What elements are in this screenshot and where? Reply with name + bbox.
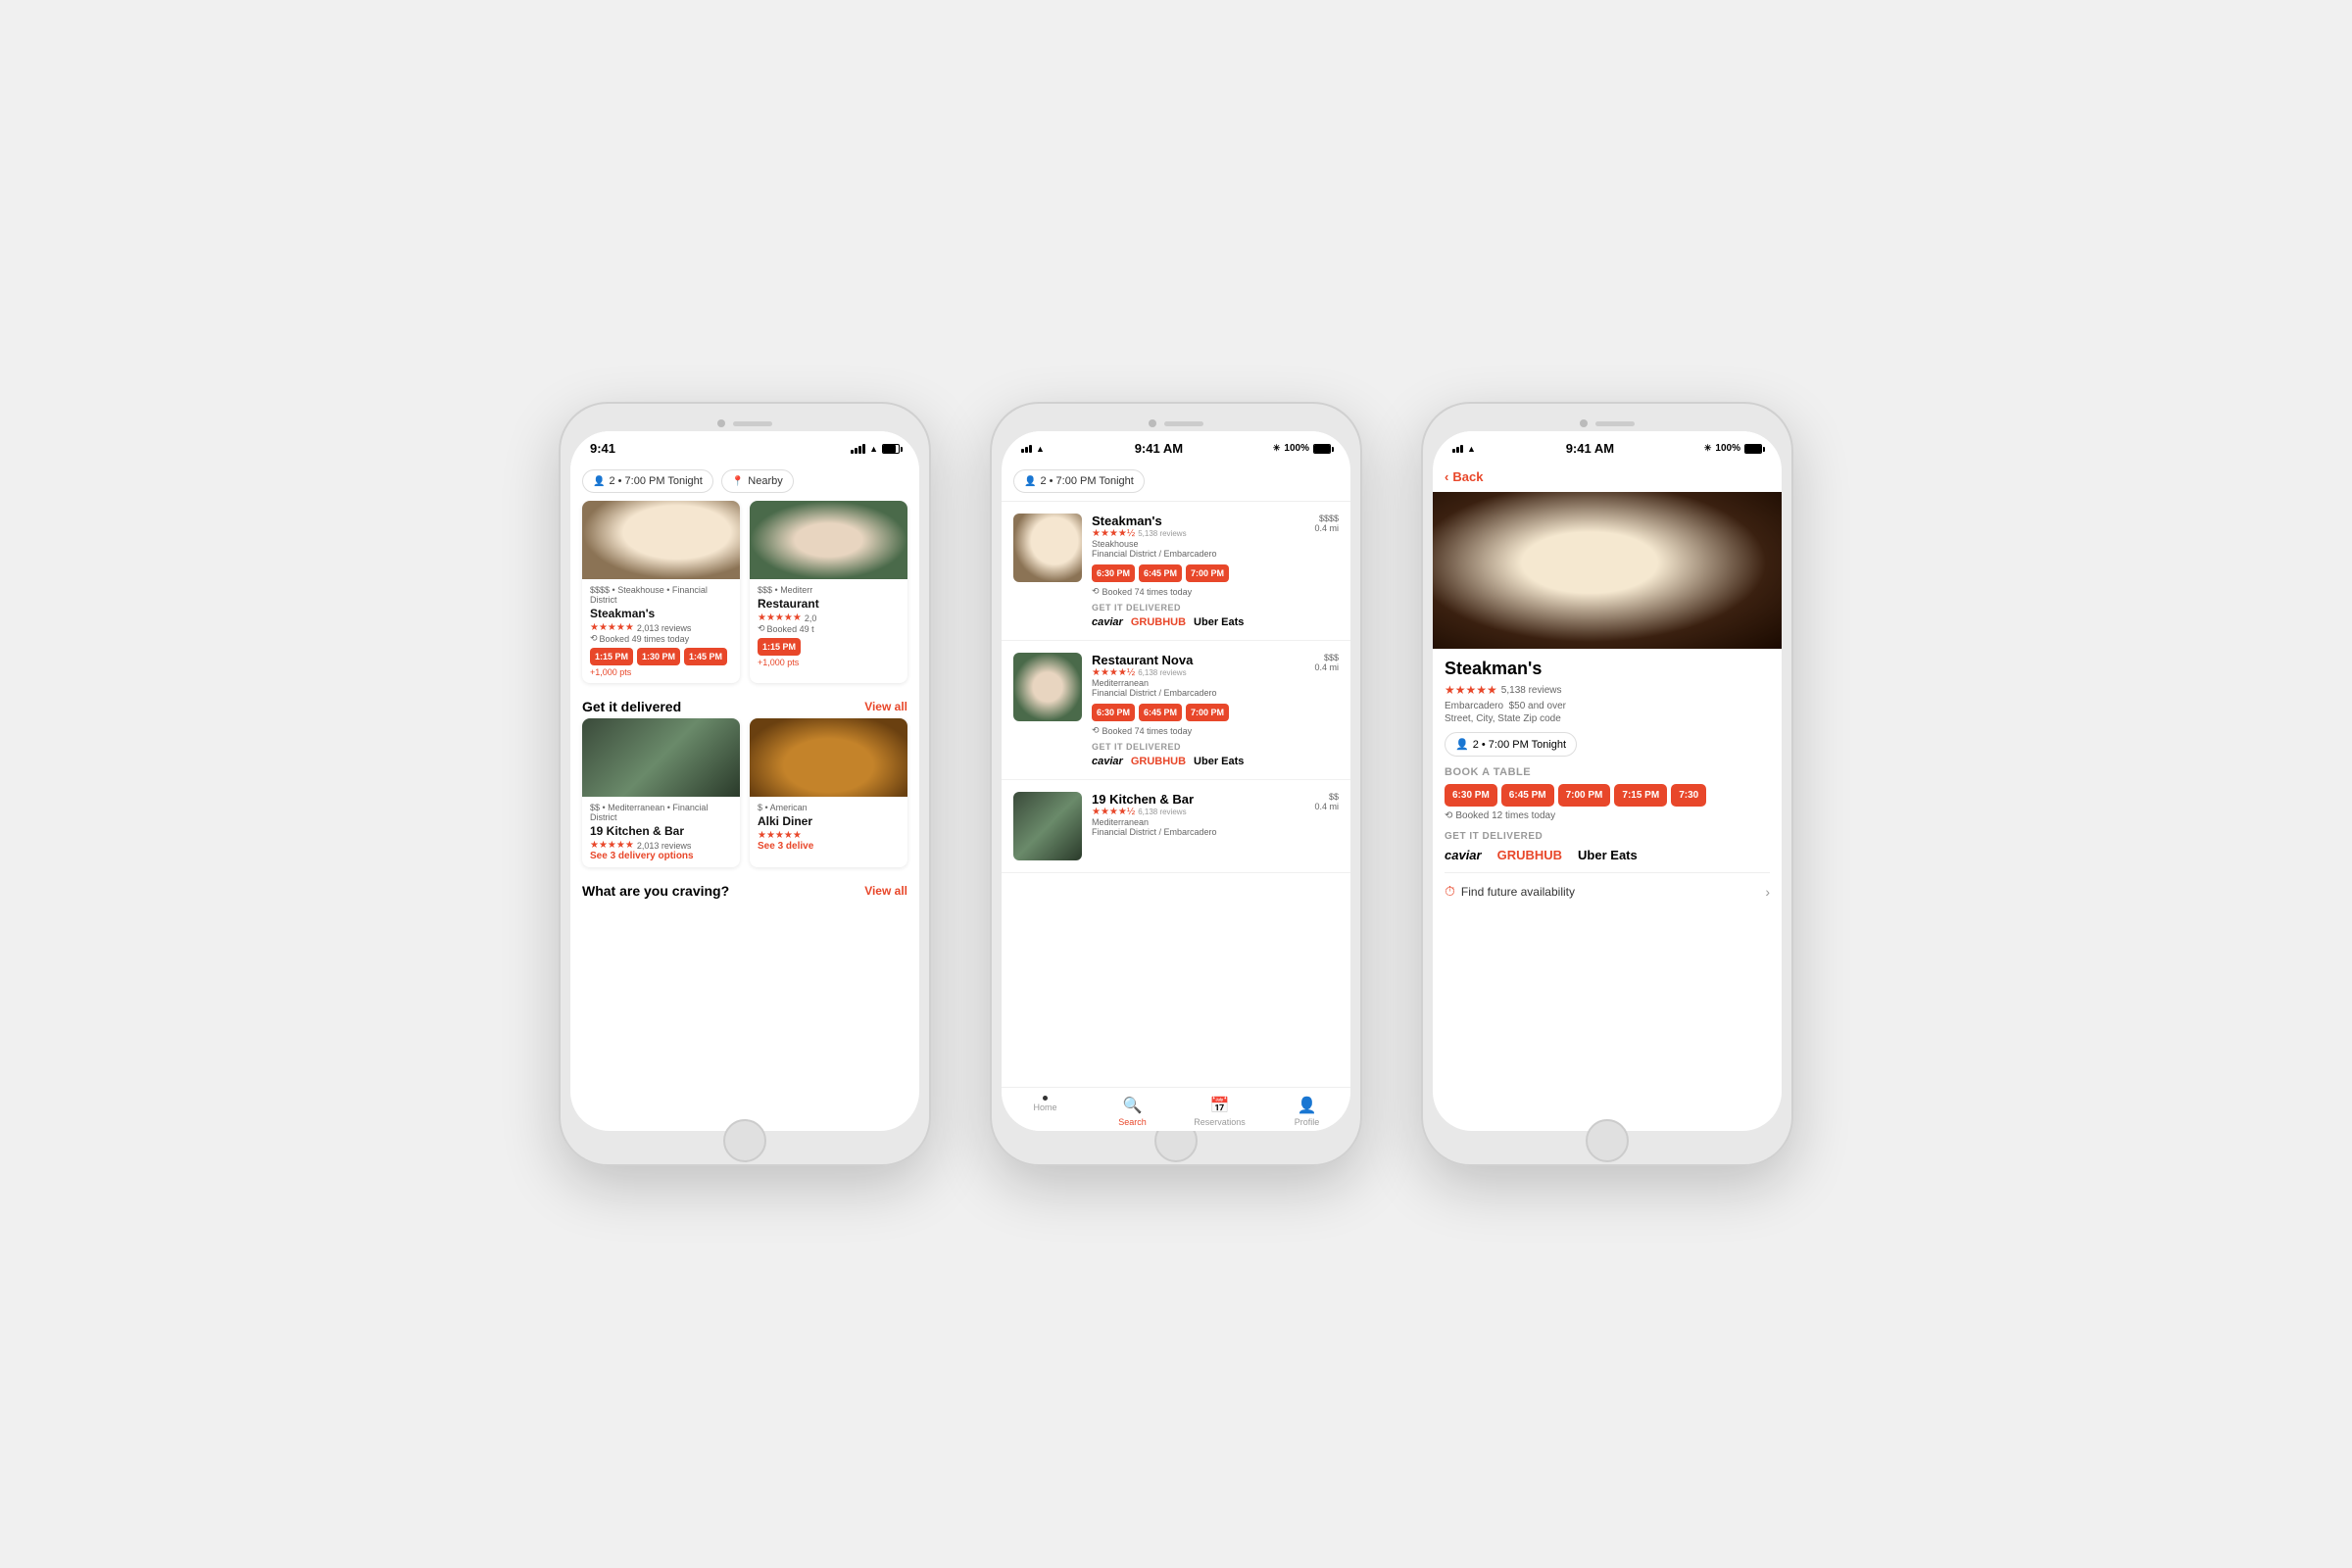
signal-icon-3 — [1452, 445, 1463, 453]
wifi-icon-2: ▲ — [1036, 444, 1045, 454]
card-name-2: Restaurant — [758, 597, 900, 611]
grubhub-logo: GRUBHUB — [1497, 848, 1562, 862]
search-icon: 🔍 — [1123, 1096, 1143, 1115]
party-icon: 👤 — [1455, 738, 1469, 751]
status-bar-2: ▲ 9:41 AM ✳ 100% — [1002, 431, 1350, 462]
row-name-1: Steakman's — [1092, 514, 1217, 528]
clock-icon: ⏱ — [1445, 883, 1455, 900]
row-name-3: 19 Kitchen & Bar — [1092, 792, 1217, 807]
delivery-card-2[interactable]: $ • American Alki Diner ★★★★★ See 3 deli… — [750, 718, 907, 867]
delivery-services-2: caviar GRUBHUB Uber Eats — [1092, 756, 1339, 767]
restaurant-row-2[interactable]: Restaurant Nova ★★★★½ 6,138 reviews Medi… — [1002, 641, 1350, 780]
caviar-logo: caviar — [1445, 848, 1482, 862]
location-filter[interactable]: 📍 Nearby — [721, 469, 794, 493]
time-slots-1: 1:15 PM 1:30 PM 1:45 PM — [590, 648, 732, 665]
restaurant-detail: Steakman's ★★★★★ 5,138 reviews Embarcade… — [1433, 649, 1782, 1131]
restaurant-name: Steakman's — [1445, 659, 1770, 679]
book-table-label: BOOK A TABLE — [1445, 766, 1770, 778]
p2-filter-bar: 👤 2 • 7:00 PM Tonight — [1002, 462, 1350, 502]
battery-pct-3: 100% — [1715, 443, 1740, 454]
speaker — [733, 421, 772, 426]
back-button[interactable]: ‹ Back — [1433, 462, 1782, 492]
filter-bar: 👤 2 • 7:00 PM Tonight 📍 Nearby — [570, 462, 919, 501]
wifi-icon-3: ▲ — [1467, 444, 1476, 454]
front-camera — [717, 419, 725, 427]
craving-header: What are you craving? View all — [570, 875, 919, 903]
phone-1: 9:41 ▲ 👤 2 • 7 — [559, 402, 931, 1166]
front-camera-3 — [1580, 419, 1588, 427]
scene: 9:41 ▲ 👤 2 • 7 — [0, 0, 2352, 1568]
party-filter[interactable]: 👤 2 • 7:00 PM Tonight — [582, 469, 713, 493]
time-3: 9:41 AM — [1566, 441, 1614, 456]
nav-home[interactable]: Home — [1002, 1096, 1089, 1127]
front-camera-2 — [1149, 419, 1156, 427]
delivery-services-3: caviar GRUBHUB Uber Eats — [1445, 848, 1770, 862]
time-2: 9:41 AM — [1135, 441, 1183, 456]
bottom-nav: Home 🔍 Search 📅 Reservations 👤 Profile — [1002, 1087, 1350, 1131]
row-slots-2: 6:30 PM 6:45 PM 7:00 PM — [1092, 704, 1339, 721]
chevron-right-icon: › — [1765, 884, 1770, 900]
restaurant-hero-image — [1433, 492, 1782, 649]
delivery-cards: $$ • Mediterranean • Financial District … — [570, 718, 919, 875]
time-slots-2: 1:15 PM — [758, 638, 900, 656]
party-selector[interactable]: 👤 2 • 7:00 PM Tonight — [1445, 732, 1577, 757]
home-icon — [1043, 1096, 1048, 1101]
bt-icon: ✳ — [1273, 443, 1281, 454]
status-bar-3: ▲ 9:41 AM ✳ 100% — [1433, 431, 1782, 462]
nav-reservations[interactable]: 📅 Reservations — [1176, 1096, 1263, 1127]
nav-profile[interactable]: 👤 Profile — [1263, 1096, 1350, 1127]
battery-icon — [882, 444, 900, 454]
signal-icon-2 — [1021, 445, 1032, 453]
featured-card-2[interactable]: $$$ • Mediterr Restaurant ★★★★★ 2,0 ⟲Boo… — [750, 501, 907, 683]
back-chevron-icon: ‹ — [1445, 469, 1448, 484]
home-bar-3 — [1433, 1131, 1782, 1154]
ubereats-logo: Uber Eats — [1578, 848, 1638, 862]
featured-card-1[interactable]: $$$$ • Steakhouse • Financial District S… — [582, 501, 740, 683]
delivery-label-3: GET IT DELIVERED — [1445, 831, 1770, 842]
card-meta-2: $$$ • Mediterr — [758, 585, 900, 595]
phone-3: ▲ 9:41 AM ✳ 100% ‹ Back — [1421, 402, 1793, 1166]
row-name-2: Restaurant Nova — [1092, 653, 1217, 667]
profile-icon: 👤 — [1298, 1096, 1317, 1115]
bt-icon-3: ✳ — [1704, 443, 1712, 454]
row-slots-1: 6:30 PM 6:45 PM 7:00 PM — [1092, 564, 1339, 582]
delivery-services-1: caviar GRUBHUB Uber Eats — [1092, 616, 1339, 628]
rating-row: ★★★★★ 5,138 reviews — [1445, 683, 1770, 697]
booked-count: ⟲Booked 12 times today — [1445, 810, 1770, 821]
delivery-card-1[interactable]: $$ • Mediterranean • Financial District … — [582, 718, 740, 867]
home-bar-1 — [570, 1131, 919, 1154]
restaurant-row-1[interactable]: Steakman's ★★★★½ 5,138 reviews Steakhous… — [1002, 502, 1350, 641]
battery-pct: 100% — [1284, 443, 1309, 454]
future-availability[interactable]: ⏱ Find future availability › — [1445, 872, 1770, 909]
speaker-3 — [1595, 421, 1635, 426]
phone-2: ▲ 9:41 AM ✳ 100% 👤 2 • 7:00 PM To — [990, 402, 1362, 1166]
restaurant-row-3[interactable]: 19 Kitchen & Bar ★★★★½ 6,138 reviews Med… — [1002, 780, 1350, 873]
booked-2: ⟲Booked 49 t — [758, 623, 900, 634]
home-bar-2 — [1002, 1131, 1350, 1154]
card-meta-1: $$$$ • Steakhouse • Financial District — [590, 585, 732, 605]
status-bar-1: 9:41 ▲ — [570, 431, 919, 462]
battery-icon-2 — [1313, 444, 1331, 454]
card-name-1: Steakman's — [590, 607, 732, 620]
battery-icon-3 — [1744, 444, 1762, 454]
time-1: 9:41 — [590, 441, 615, 456]
featured-cards: $$$$ • Steakhouse • Financial District S… — [570, 501, 919, 691]
restaurant-address: Street, City, State Zip code — [1445, 713, 1770, 724]
restaurant-location: Embarcadero $50 and over — [1445, 701, 1770, 711]
nav-search[interactable]: 🔍 Search — [1089, 1096, 1176, 1127]
reservations-icon: 📅 — [1210, 1096, 1230, 1115]
signal-icon — [851, 444, 865, 454]
booking-slots: 6:30 PM 6:45 PM 7:00 PM 7:15 PM 7:30 — [1445, 784, 1770, 807]
wifi-icon: ▲ — [869, 444, 878, 454]
p2-party-filter[interactable]: 👤 2 • 7:00 PM Tonight — [1013, 469, 1145, 493]
delivery-section-header: Get it delivered View all — [570, 691, 919, 718]
restaurant-list: Steakman's ★★★★½ 5,138 reviews Steakhous… — [1002, 502, 1350, 1087]
speaker-2 — [1164, 421, 1203, 426]
booked-1: ⟲Booked 49 times today — [590, 633, 732, 644]
